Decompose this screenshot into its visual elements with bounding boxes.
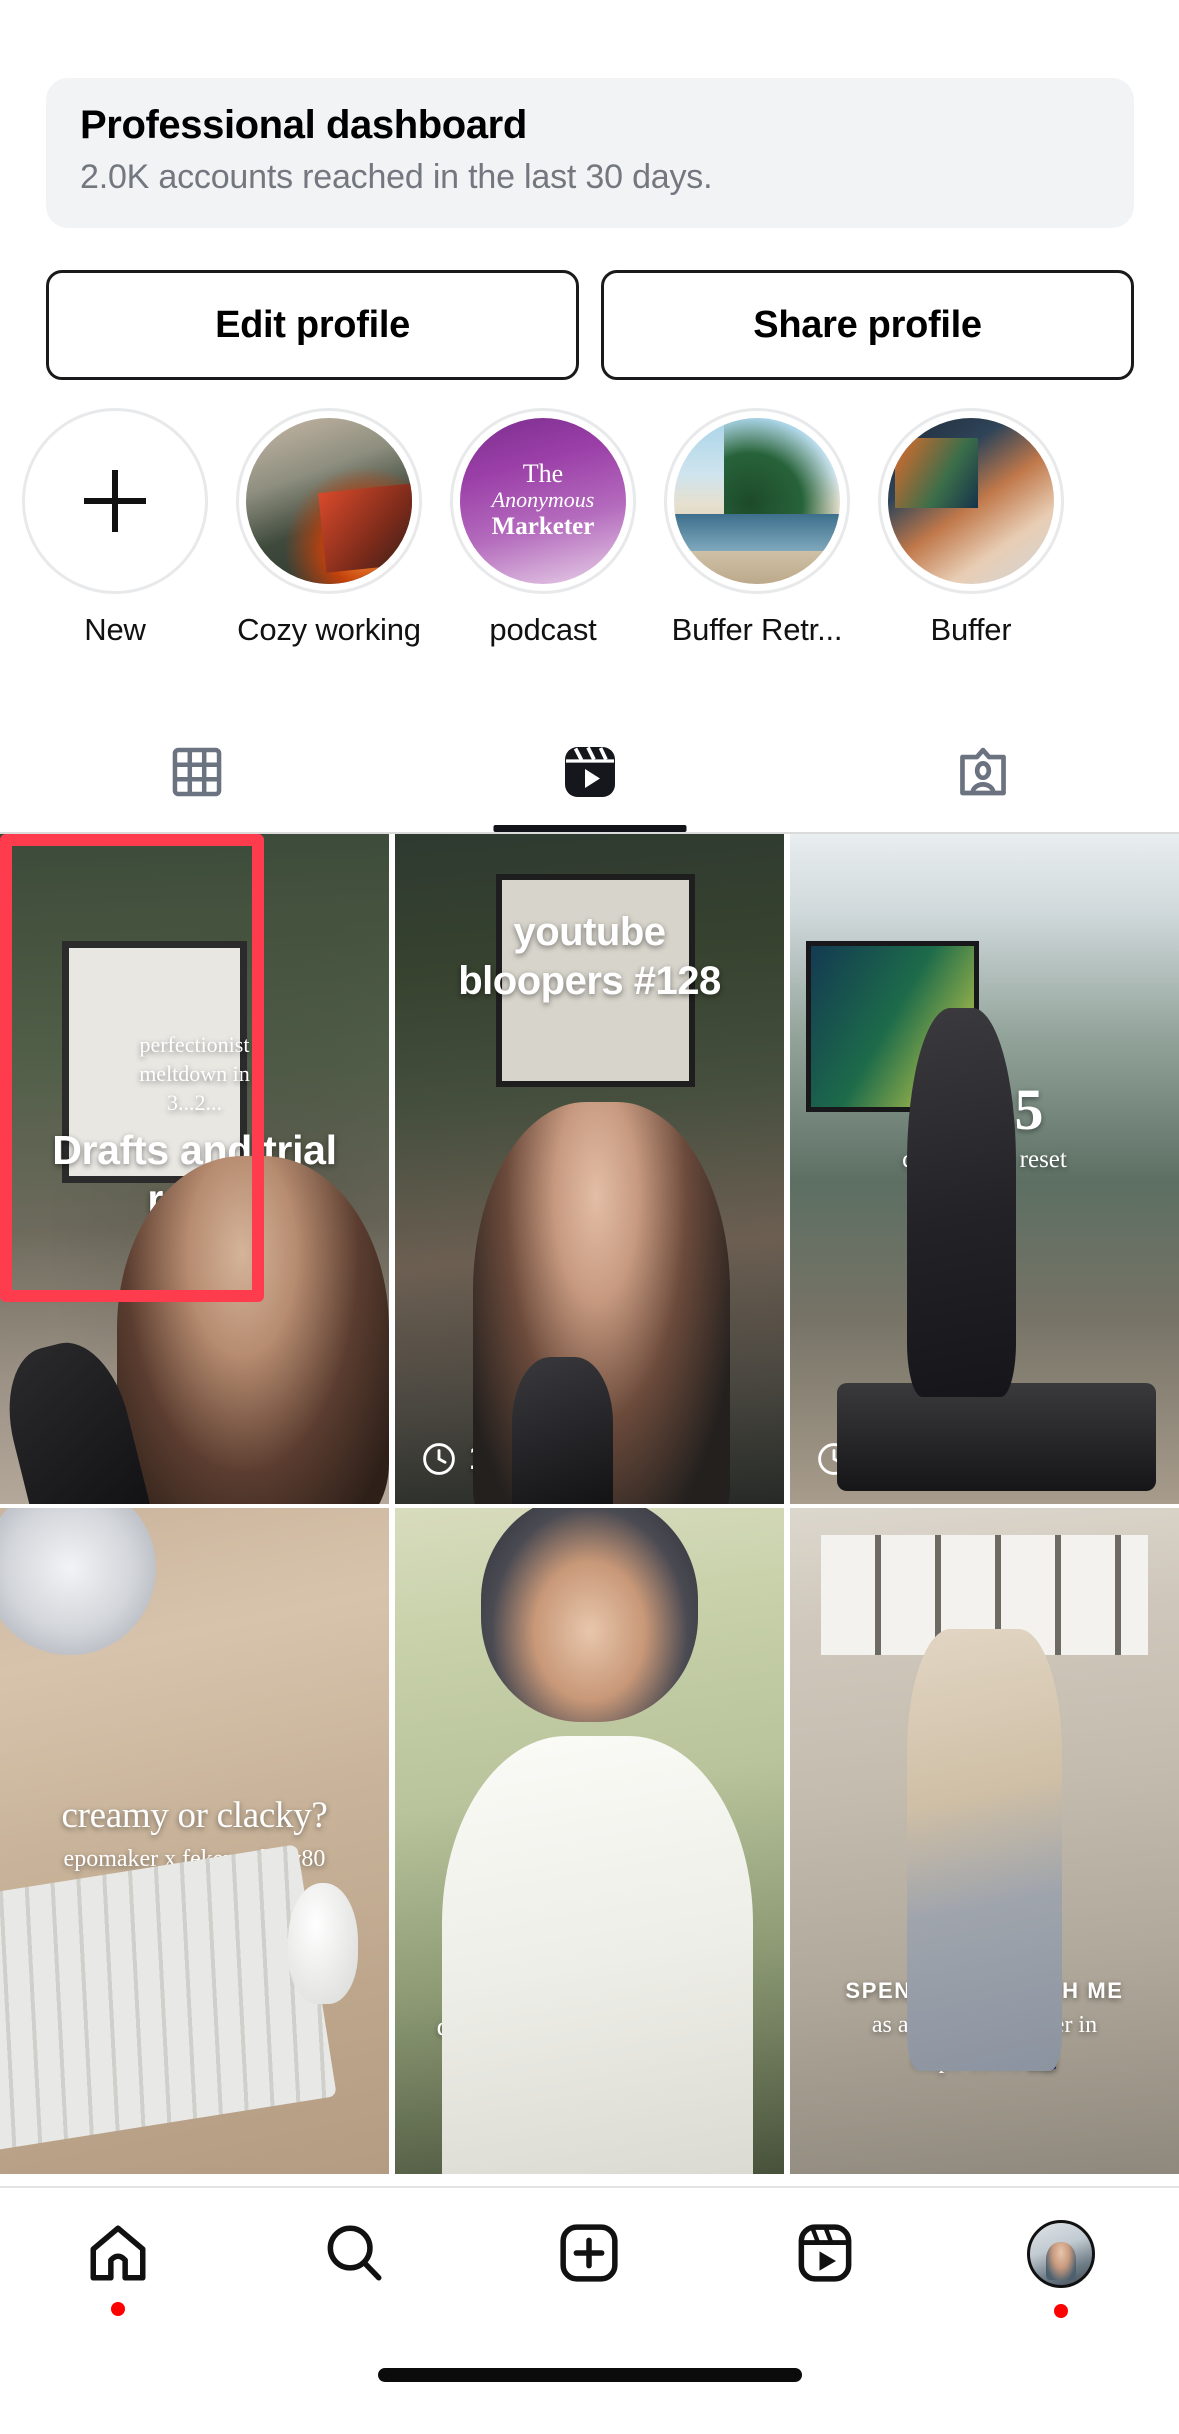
plus-square-icon [560, 2224, 619, 2282]
edit-profile-button[interactable]: Edit profile [46, 270, 579, 380]
view-count: 2,821 [816, 1439, 949, 1478]
reel-overlay-small: as a remote marketer in [871, 2012, 1098, 2038]
views-eye-icon [818, 1442, 850, 1475]
share-profile-button[interactable]: Share profile [601, 270, 1134, 380]
highlight-ring [878, 408, 1064, 594]
podcast-cover-line2: Anonymous [491, 487, 595, 513]
highlight-podcast[interactable]: The Anonymous Marketer podcast [450, 408, 636, 648]
dashboard-subtitle: 2.0K accounts reached in the last 30 day… [80, 158, 713, 196]
highlight-ring [22, 408, 208, 594]
reel-tile[interactable]: SPEND A DAY WITH ME day 5 of my 4-day wo… [395, 1508, 784, 2174]
reel-overlay-title: SPEND A DAY WITH ME [845, 1978, 1124, 2003]
person-shape [906, 1008, 1016, 1397]
highlight-cover-image [888, 418, 1054, 584]
microphone-shape [511, 1356, 613, 1504]
highlight-cozy-working[interactable]: Cozy working [236, 408, 422, 648]
highlight-buffer[interactable]: Buffer [878, 408, 1064, 648]
reel-caption: Drafts and trial reels [52, 1127, 337, 1223]
dashboard-title: Professional dashboard [80, 103, 527, 147]
reel-overlay-title: SPEND A DAY WITH ME [450, 1978, 729, 2003]
nav-home[interactable] [0, 2220, 236, 2316]
reel-overlay-small: epomaker x feker galaxy80 [63, 1846, 326, 1872]
highlight-cover-image: The Anonymous Marketer [460, 418, 626, 584]
reel-overlay-small2: Cape Town 🇿🇦 [911, 2048, 1058, 2074]
highlight-cover-image [674, 418, 840, 584]
search-icon [327, 2225, 382, 2281]
bottom-navigation-bar[interactable] [0, 2188, 1179, 2348]
reel-tile[interactable]: SPEND A DAY WITH ME as a remote marketer… [790, 1508, 1179, 2174]
reels-icon [564, 746, 615, 797]
notification-dot [110, 2302, 125, 2316]
avatar-icon [1027, 2220, 1096, 2288]
reel-overlay-small: perfectionist meltdown in 3...2... [139, 1032, 250, 1116]
profile-action-row: Edit profile Share profile [46, 270, 1134, 380]
active-tab-underline [493, 825, 686, 832]
highlight-ring: The Anonymous Marketer [450, 408, 636, 594]
view-count-value: 2,821 [864, 1439, 950, 1477]
tab-reels[interactable] [393, 712, 786, 832]
microphone-shape [0, 1332, 155, 1504]
views-eye-icon [423, 1442, 455, 1475]
reel-overlay-small: *obligatory vocal exercises* [515, 1253, 664, 1305]
home-indicator [377, 2368, 802, 2382]
nav-search[interactable] [236, 2220, 472, 2286]
podcast-cover-line3: Marketer [491, 513, 595, 541]
nav-create[interactable] [472, 2220, 708, 2286]
reel-overlay-small: day 5 of my 4-day workweek [436, 2012, 743, 2041]
highlight-new[interactable]: New [22, 408, 208, 648]
highlight-label: New [84, 612, 146, 647]
highlight-ring [664, 408, 850, 594]
reel-tile[interactable]: perfectionist meltdown in 3...2... Draft… [0, 834, 389, 1504]
highlight-label: Cozy working [237, 612, 421, 647]
plus-icon [84, 470, 146, 532]
mouse-shape [287, 1883, 358, 2004]
nav-reels[interactable] [707, 2220, 943, 2286]
reel-overlay-title: youtube bloopers #128 [458, 910, 721, 1003]
home-icon [90, 2225, 146, 2281]
highlight-label: Buffer [930, 612, 1012, 647]
professional-dashboard-card[interactable]: Professional dashboard 2.0K accounts rea… [46, 78, 1134, 228]
tab-tagged[interactable] [786, 712, 1179, 832]
highlight-ring [236, 408, 422, 594]
reel-tile[interactable]: youtube bloopers #128 *obligatory vocal … [395, 834, 784, 1504]
profile-tab-bar[interactable] [0, 712, 1179, 832]
reels-icon [798, 2224, 852, 2282]
reel-tile[interactable]: creamy or clacky? epomaker x feker galax… [0, 1508, 389, 2174]
story-highlights-row[interactable]: New Cozy working The Anonymous Marketer … [0, 408, 1179, 658]
notification-dot [1054, 2304, 1069, 2318]
reels-grid[interactable]: perfectionist meltdown in 3...2... Draft… [0, 834, 1179, 2174]
reel-overlay-title: creamy or clacky? [61, 1795, 328, 1836]
tab-grid[interactable] [0, 712, 393, 832]
nav-profile[interactable] [943, 2220, 1179, 2318]
highlight-label: podcast [489, 612, 597, 647]
highlight-cover-image [246, 418, 412, 584]
highlight-label: Buffer Retr... [671, 612, 843, 647]
highlight-buffer-retreat[interactable]: Buffer Retr... [664, 408, 850, 648]
reel-tile[interactable]: 2025 cozy office reset 2,821 [790, 834, 1179, 1504]
grid-icon [172, 747, 221, 797]
tagged-icon [959, 747, 1006, 796]
podcast-cover-line1: The [522, 459, 564, 489]
